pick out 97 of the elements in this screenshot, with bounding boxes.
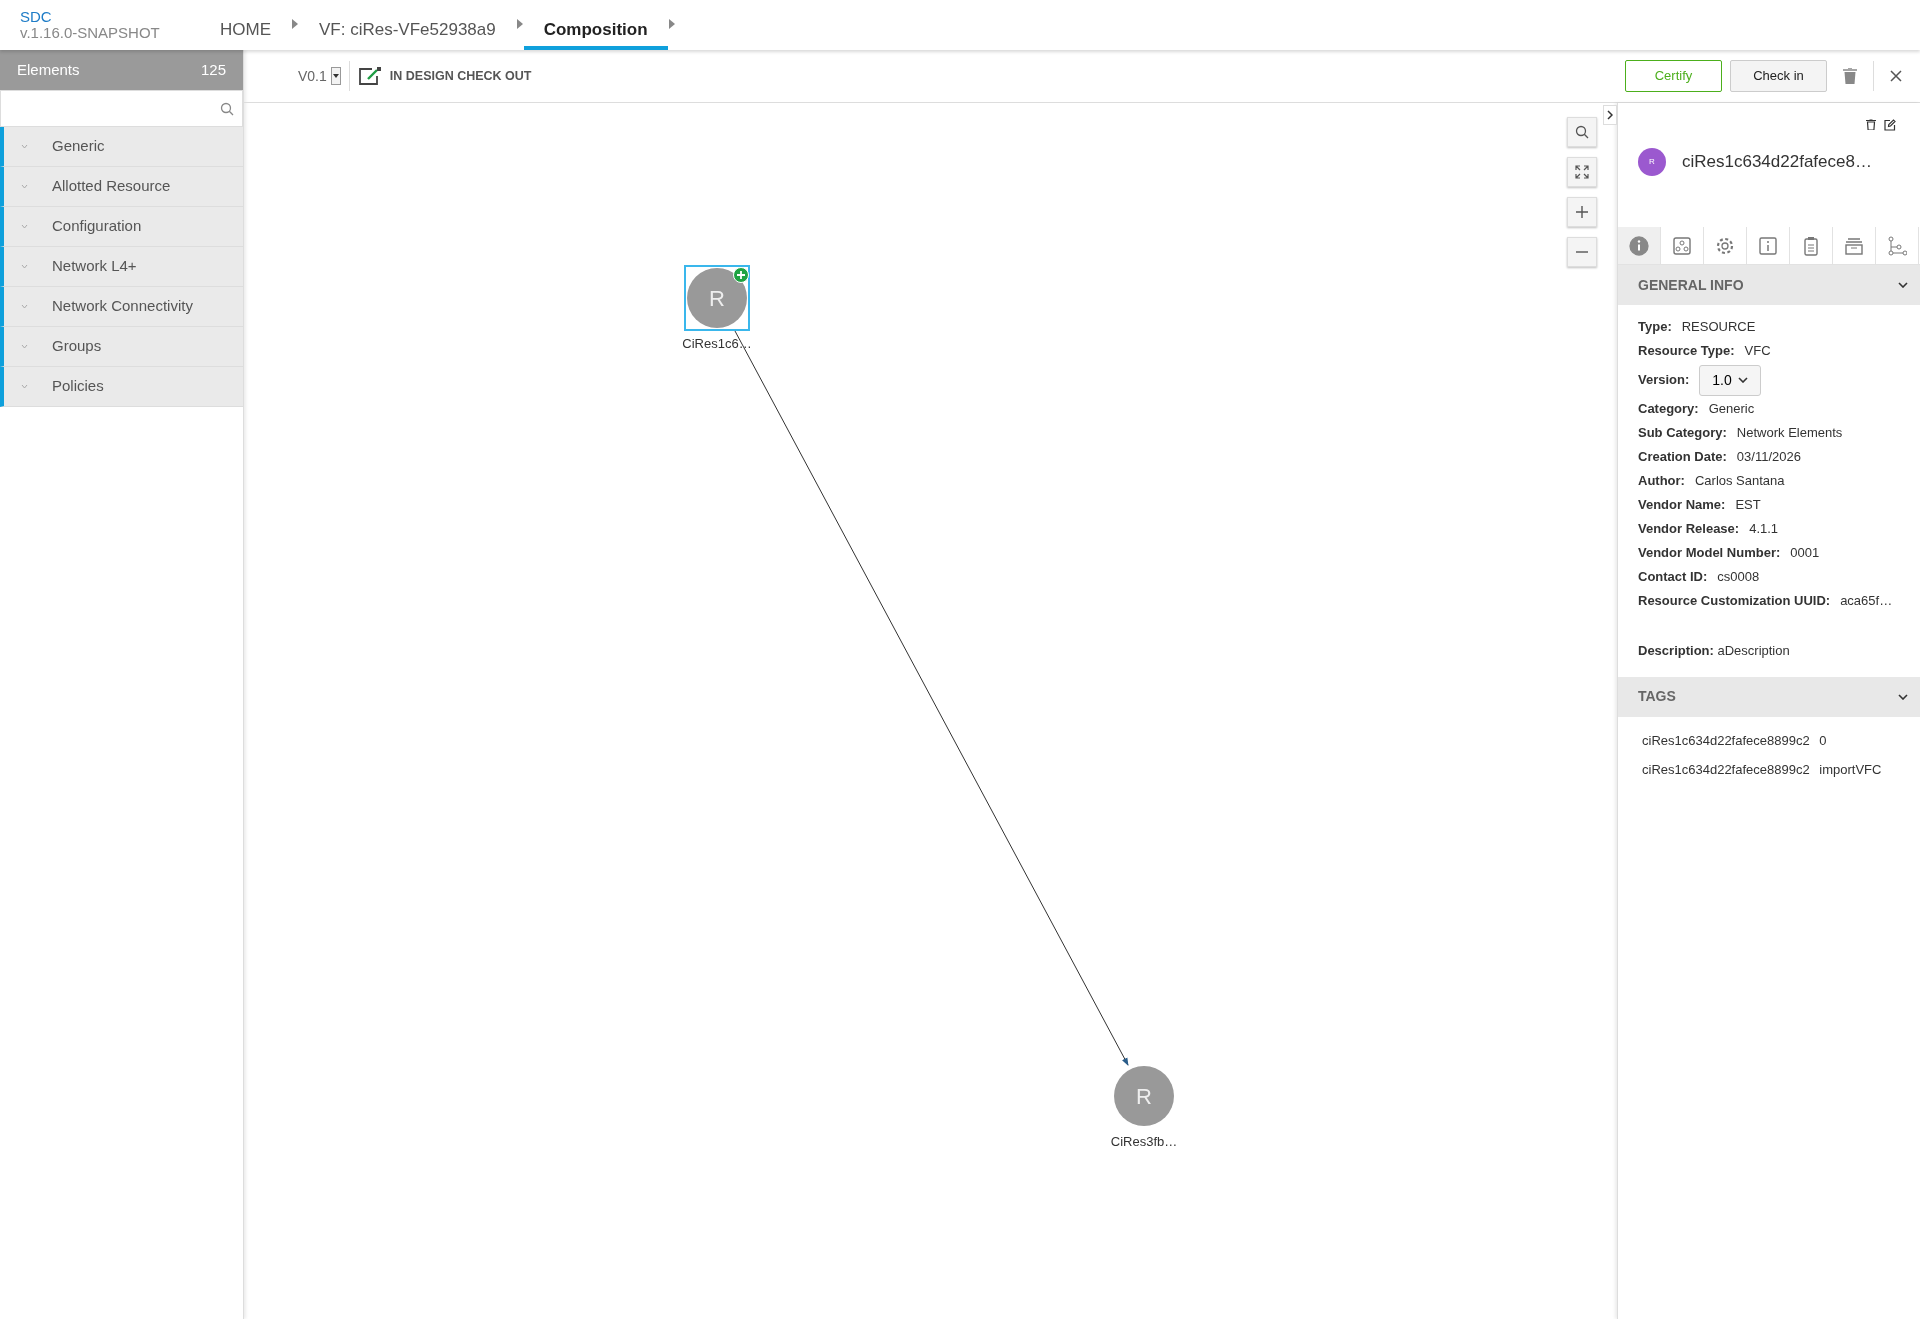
delete-button[interactable] [1866,119,1876,131]
collapse-button[interactable] [1603,105,1617,125]
category-item[interactable]: Configuration [0,207,243,247]
edit-button[interactable] [1884,119,1896,131]
field-label: Resource Customization UUID: [1638,592,1831,611]
field-label: Author: [1638,472,1685,491]
field-label: Contact ID: [1638,568,1708,587]
field-value: VFC [1744,342,1771,361]
chevron-icon [21,304,28,309]
caret-icon [667,19,676,29]
minus-icon [1576,251,1588,253]
category-item[interactable]: Generic [0,127,243,167]
trash-icon [1843,68,1857,84]
expand-icon [1575,165,1589,179]
panel-tab[interactable] [1618,227,1661,264]
version-dropdown[interactable]: V0.1 [298,65,341,87]
field-label: Resource Type: [1638,342,1735,361]
category-label: Groups [52,336,102,357]
category-item[interactable]: Groups [0,327,243,367]
caret-icon [291,19,299,29]
chevron-icon [21,224,28,229]
component-name: ciRes1c634d22fafece8… [1682,151,1872,174]
field-label: Vendor Release: [1638,520,1740,539]
chevron-icon [1737,377,1748,383]
avatar: R [1638,148,1666,176]
field-label: Sub Category: [1638,424,1727,443]
node-label: CiRes3fb… [1110,1133,1178,1151]
settings-icon [1715,235,1735,256]
category-label: Network Connectivity [52,296,193,317]
fit-button[interactable] [1567,157,1597,187]
zoom-in-button[interactable] [1567,197,1597,227]
category-label: Allotted Resource [52,176,171,197]
field-value: Network Elements [1736,424,1843,443]
tag-item: ciRes1c634d22fafece8899c2 0 [1641,732,1828,751]
chevron-icon [21,344,28,349]
version-select[interactable]: 1.0 [1699,364,1761,396]
chevron-icon [1607,110,1613,120]
breadcrumb-tab[interactable]: Composition [523,0,668,50]
chevron-icon [21,144,28,149]
field-value: 0001 [1790,544,1820,563]
category-label: Configuration [52,216,142,237]
edit-icon [357,67,382,85]
element-count: 125 [200,59,226,80]
category-label: Generic [52,136,105,157]
trash-icon [1866,119,1876,130]
app-version: v.1.16.0-SNAPSHOT [20,24,161,41]
info-icon [1758,235,1778,256]
general-info-header[interactable]: GENERAL INFO [1618,265,1920,305]
info-icon [1629,235,1649,256]
field-value: cs0008 [1717,568,1760,587]
field-label: Version: [1638,371,1690,390]
search-icon [1575,125,1589,139]
palette-title: Elements [17,59,80,80]
field-value: aca65f… [1840,592,1893,611]
category-label: Policies [52,376,104,397]
field-label: Category: [1638,400,1699,419]
search-button[interactable] [1567,117,1597,147]
description-text: Description: aDescription [1637,642,1791,660]
field-label: Type: [1638,318,1672,337]
category-item[interactable]: Allotted Resource [0,167,243,207]
chevron-icon [21,184,28,189]
field-value: 4.1.1 [1749,520,1779,539]
clipboard-icon [1801,235,1821,256]
field-value: RESOURCE [1681,318,1756,337]
search-field[interactable] [0,90,243,127]
status-label: IN DESIGN CHECK OUT [389,67,532,85]
pencil-icon [1884,119,1896,131]
breadcrumb-tab[interactable]: VF: ciRes-VFe52938a9 [299,0,516,50]
field-value: 03/11/2026 [1736,448,1801,467]
chevron-icon [21,384,28,389]
field-label: Creation Date: [1638,448,1727,467]
tags-header[interactable]: TAGS [1618,676,1920,717]
field-label: Vendor Name: [1638,496,1726,515]
caret-icon [515,19,524,29]
tray-icon [1844,235,1864,256]
plus-icon [1576,206,1588,218]
field-value: Generic [1708,400,1755,419]
search-icon [220,101,234,116]
close-button[interactable] [1890,70,1902,82]
category-label: Network L4+ [52,256,137,277]
breadcrumb-tab[interactable]: HOME [200,0,291,50]
chevron-icon [21,264,28,269]
field-label: Vendor Model Number: [1638,544,1781,563]
check-in-button[interactable]: Check in [1730,60,1827,92]
app-name: SDC [20,9,53,25]
add-icon[interactable] [733,267,749,283]
caret-icon [332,74,339,78]
branch-icon [1887,235,1907,256]
field-value: Carlos Santana [1694,472,1785,491]
diagram-icon [1672,235,1692,256]
category-item[interactable]: Network Connectivity [0,287,243,327]
tag-item: ciRes1c634d22fafece8899c2 importVFC [1641,761,1883,780]
zoom-out-button[interactable] [1567,237,1597,267]
category-item[interactable]: Policies [0,367,243,407]
field-value: EST [1735,496,1761,515]
close-icon [1890,70,1902,82]
category-item[interactable]: Network L4+ [0,247,243,287]
